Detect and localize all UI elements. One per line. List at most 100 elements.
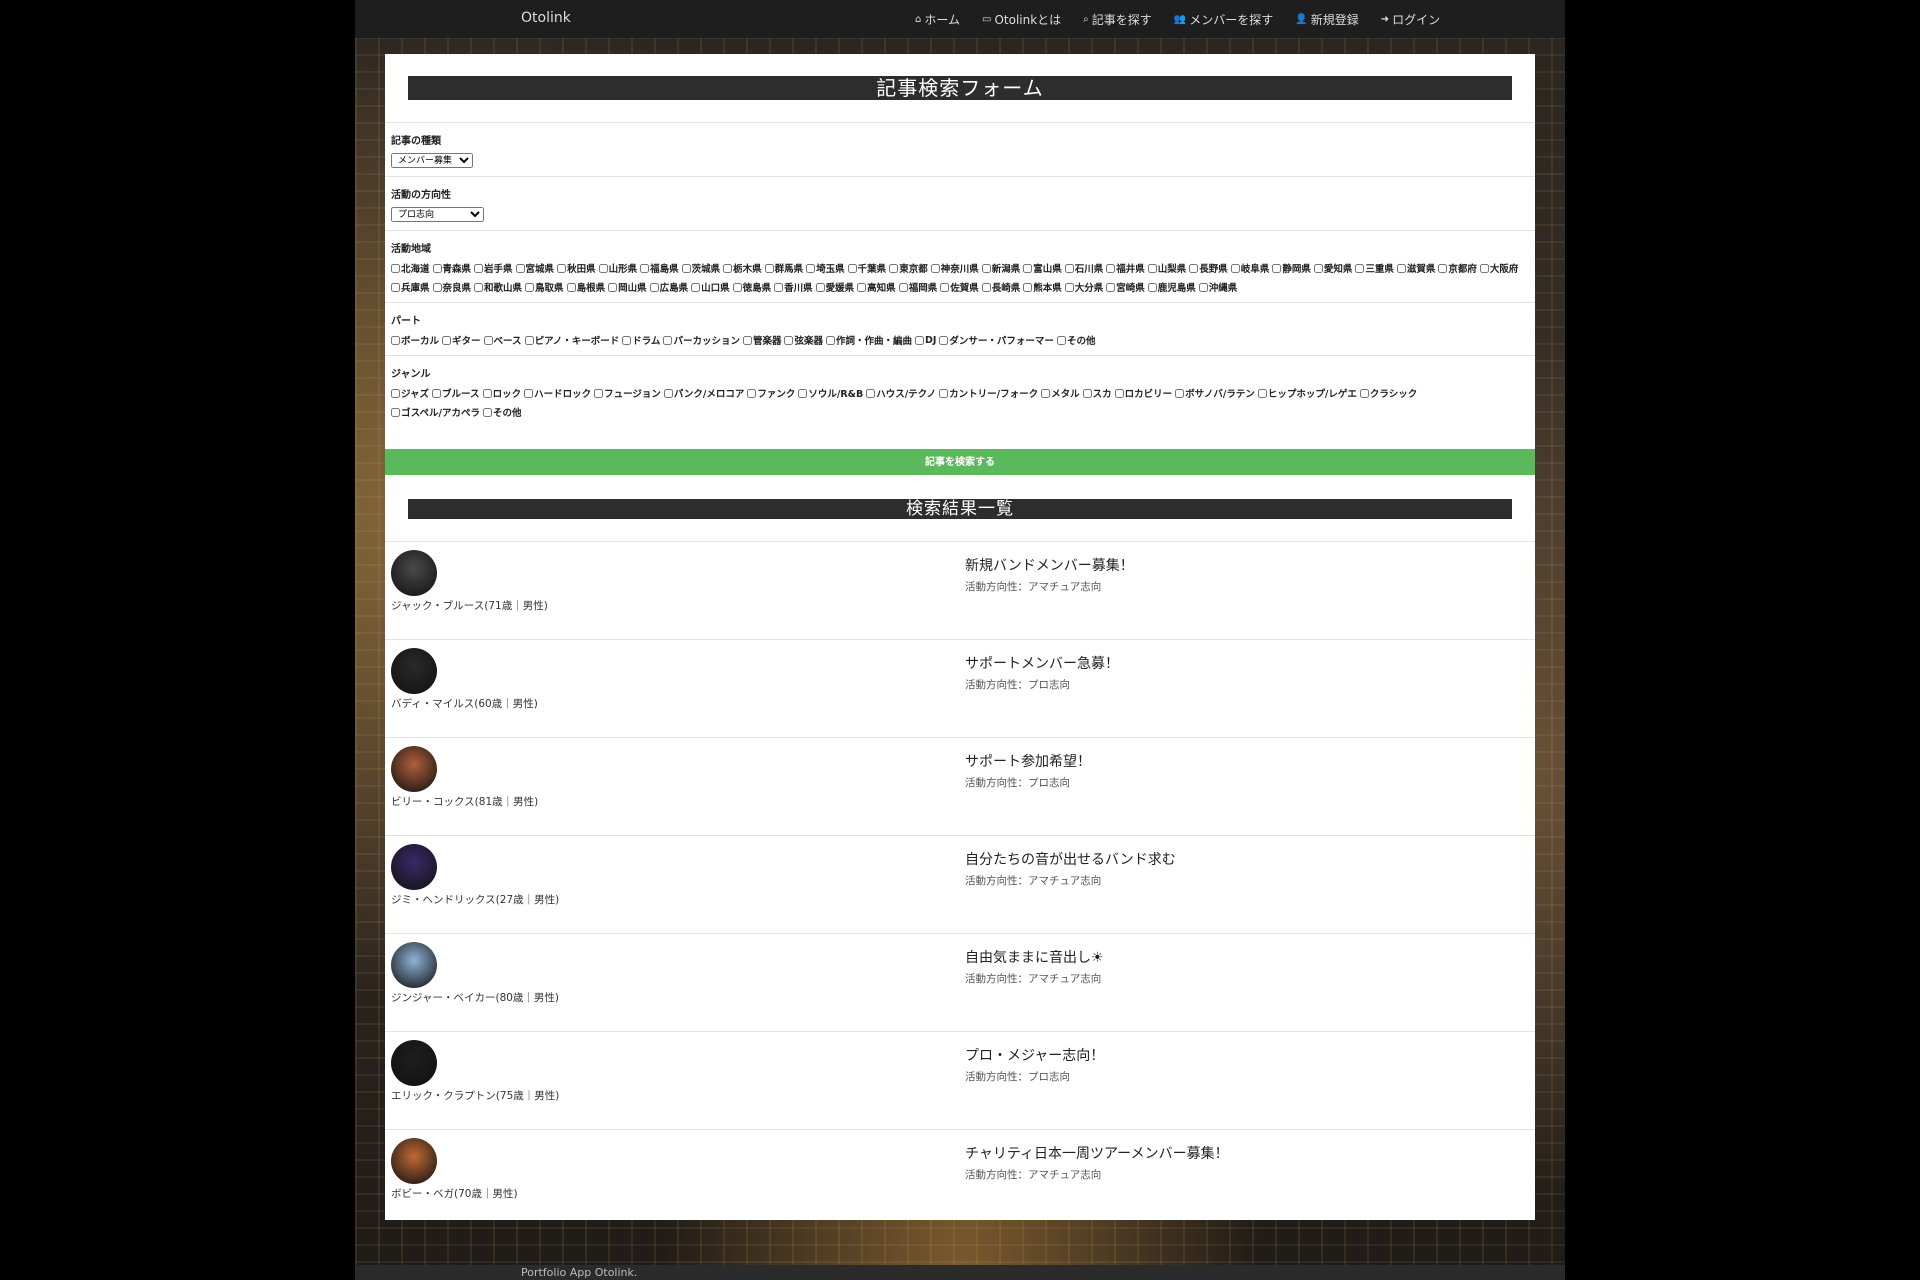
- region-checkbox[interactable]: [981, 263, 991, 273]
- region-checkbox[interactable]: [806, 263, 816, 273]
- region-checkbox[interactable]: [432, 263, 442, 273]
- part-checkbox[interactable]: [784, 335, 794, 345]
- region-checkbox[interactable]: [1064, 282, 1074, 292]
- region-checkbox[interactable]: [889, 263, 899, 273]
- genre-option[interactable]: フュージョン: [594, 386, 661, 400]
- region-checkbox[interactable]: [566, 282, 576, 292]
- part-option[interactable]: 弦楽器: [784, 333, 823, 347]
- region-option[interactable]: 青森県: [432, 261, 471, 275]
- genre-checkbox[interactable]: [391, 407, 400, 417]
- region-checkbox[interactable]: [1147, 282, 1157, 292]
- avatar[interactable]: [391, 550, 437, 596]
- part-checkbox[interactable]: [622, 335, 632, 345]
- genre-option[interactable]: ハウス/テクノ: [866, 386, 936, 400]
- region-checkbox[interactable]: [1106, 282, 1116, 292]
- region-checkbox[interactable]: [391, 282, 400, 292]
- region-checkbox[interactable]: [1106, 263, 1116, 273]
- genre-checkbox[interactable]: [432, 388, 442, 398]
- nav-link-1[interactable]: ▭ Otolinkとは: [982, 11, 1061, 28]
- part-checkbox[interactable]: [742, 335, 752, 345]
- genre-option[interactable]: ヒップホップ/レゲエ: [1257, 386, 1357, 400]
- nav-link-4[interactable]: 👤 新規登録: [1295, 11, 1358, 28]
- region-checkbox[interactable]: [774, 282, 784, 292]
- post-title[interactable]: サポート参加希望！: [965, 751, 1091, 771]
- region-option[interactable]: 埼玉県: [806, 261, 845, 275]
- region-checkbox[interactable]: [1272, 263, 1282, 273]
- part-option[interactable]: ベース: [483, 333, 522, 347]
- region-checkbox[interactable]: [1147, 263, 1157, 273]
- region-checkbox[interactable]: [930, 263, 940, 273]
- genre-option[interactable]: ファンク: [747, 386, 795, 400]
- region-option[interactable]: 佐賀県: [940, 280, 979, 294]
- nav-link-0[interactable]: ⌂ ホーム: [915, 11, 960, 28]
- region-option[interactable]: 島根県: [566, 280, 605, 294]
- region-option[interactable]: 茨城県: [681, 261, 720, 275]
- region-checkbox[interactable]: [764, 263, 774, 273]
- member-name[interactable]: ジャック・ブルース(71歳｜男性): [391, 598, 548, 613]
- genre-checkbox[interactable]: [866, 388, 876, 398]
- article-type-select[interactable]: メンバー募集: [391, 153, 473, 168]
- region-option[interactable]: 三重県: [1355, 261, 1394, 275]
- region-option[interactable]: 兵庫県: [391, 280, 430, 294]
- genre-checkbox[interactable]: [1114, 388, 1124, 398]
- region-checkbox[interactable]: [681, 263, 691, 273]
- avatar[interactable]: [391, 942, 437, 988]
- post-title[interactable]: プロ・メジャー志向！: [965, 1045, 1104, 1065]
- region-option[interactable]: 宮崎県: [1106, 280, 1145, 294]
- region-option[interactable]: 鳥取県: [525, 280, 564, 294]
- part-option[interactable]: ピアノ・キーボード: [524, 333, 619, 347]
- part-checkbox[interactable]: [1056, 335, 1066, 345]
- part-checkbox[interactable]: [663, 335, 673, 345]
- region-option[interactable]: 新潟県: [981, 261, 1020, 275]
- region-option[interactable]: 和歌山県: [474, 280, 522, 294]
- nav-link-2[interactable]: ⌕ 記事を探す: [1083, 11, 1152, 28]
- genre-checkbox[interactable]: [663, 388, 673, 398]
- genre-checkbox[interactable]: [1082, 388, 1092, 398]
- region-checkbox[interactable]: [815, 282, 825, 292]
- region-checkbox[interactable]: [1023, 282, 1033, 292]
- member-name[interactable]: ジンジャー・ベイカー(80歳｜男性): [391, 990, 559, 1005]
- region-option[interactable]: 愛知県: [1313, 261, 1352, 275]
- avatar[interactable]: [391, 746, 437, 792]
- region-option[interactable]: 山形県: [598, 261, 637, 275]
- result-item[interactable]: ボビー・ベガ(70歳｜男性) チャリティ日本一周ツアーメンバー募集！ 活動方向性：ア…: [385, 1129, 1535, 1227]
- region-checkbox[interactable]: [432, 282, 442, 292]
- region-option[interactable]: 大分県: [1064, 280, 1103, 294]
- region-option[interactable]: 宮城県: [515, 261, 554, 275]
- region-option[interactable]: 福井県: [1106, 261, 1145, 275]
- genre-option[interactable]: ロック: [482, 386, 521, 400]
- region-option[interactable]: 神奈川県: [930, 261, 979, 275]
- genre-option[interactable]: スカ: [1082, 386, 1112, 400]
- region-checkbox[interactable]: [732, 282, 742, 292]
- region-checkbox[interactable]: [1479, 263, 1489, 273]
- region-checkbox[interactable]: [649, 282, 659, 292]
- genre-checkbox[interactable]: [391, 388, 400, 398]
- post-title[interactable]: 自分たちの音が出せるバンド求む: [965, 849, 1176, 869]
- genre-checkbox[interactable]: [1175, 388, 1185, 398]
- nav-link-5[interactable]: ➜ ログイン: [1381, 11, 1440, 28]
- region-option[interactable]: 長野県: [1189, 261, 1228, 275]
- region-option[interactable]: 香川県: [774, 280, 813, 294]
- region-checkbox[interactable]: [474, 263, 484, 273]
- genre-option[interactable]: ブルース: [432, 386, 480, 400]
- post-title[interactable]: 自由気ままに音出し☀: [965, 947, 1104, 967]
- part-checkbox[interactable]: [483, 335, 493, 345]
- avatar[interactable]: [391, 844, 437, 890]
- genre-option[interactable]: カントリー/フォーク: [939, 386, 1038, 400]
- region-option[interactable]: 京都府: [1438, 261, 1477, 275]
- region-checkbox[interactable]: [1396, 263, 1406, 273]
- region-option[interactable]: 奈良県: [432, 280, 471, 294]
- part-option[interactable]: ドラム: [622, 333, 660, 347]
- avatar[interactable]: [391, 1138, 437, 1184]
- genre-checkbox[interactable]: [483, 407, 492, 417]
- part-option[interactable]: DJ: [915, 333, 936, 347]
- part-option[interactable]: パーカッション: [663, 333, 740, 347]
- region-checkbox[interactable]: [940, 282, 950, 292]
- region-checkbox[interactable]: [474, 282, 484, 292]
- region-checkbox[interactable]: [557, 263, 567, 273]
- result-item[interactable]: バディ・マイルス(60歳｜男性) サポートメンバー急募！ 活動方向性：プロ志向: [385, 639, 1535, 737]
- region-checkbox[interactable]: [1198, 282, 1208, 292]
- genre-checkbox[interactable]: [594, 388, 604, 398]
- region-option[interactable]: 長崎県: [981, 280, 1020, 294]
- member-name[interactable]: ジミ・ヘンドリックス(27歳｜男性): [391, 892, 559, 907]
